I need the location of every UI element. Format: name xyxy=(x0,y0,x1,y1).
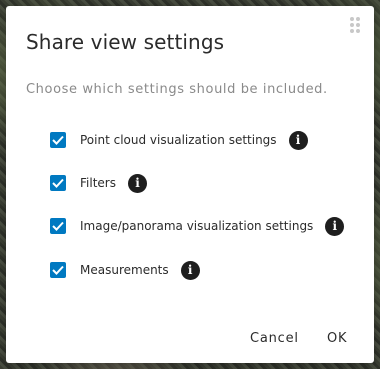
option-label: Image/panorama visualization settings xyxy=(80,219,314,233)
cancel-button[interactable]: Cancel xyxy=(250,331,299,346)
option-measurements: Measurements i xyxy=(50,260,200,280)
option-label: Measurements xyxy=(80,263,169,277)
option-label: Filters xyxy=(80,176,116,190)
image-panorama-checkbox[interactable] xyxy=(50,218,66,234)
checkmark-icon xyxy=(52,265,64,275)
info-icon[interactable]: i xyxy=(325,216,345,236)
checkmark-icon xyxy=(52,221,64,231)
option-image-panorama-visualization: Image/panorama visualization settings i xyxy=(50,216,345,236)
checkmark-icon xyxy=(52,135,64,145)
filters-checkbox[interactable] xyxy=(50,175,66,191)
dialog-subtitle: Choose which settings should be included… xyxy=(26,82,328,97)
ok-button[interactable]: OK xyxy=(327,331,347,346)
point-cloud-checkbox[interactable] xyxy=(50,132,66,148)
dialog-title: Share view settings xyxy=(26,30,225,54)
option-label: Point cloud visualization settings xyxy=(80,133,277,147)
checkmark-icon xyxy=(52,178,64,188)
info-icon[interactable]: i xyxy=(127,173,147,193)
share-view-settings-dialog: Share view settings Choose which setting… xyxy=(6,6,374,363)
measurements-checkbox[interactable] xyxy=(50,262,66,278)
info-icon[interactable]: i xyxy=(180,260,200,280)
option-filters: Filters i xyxy=(50,173,147,193)
drag-handle-icon[interactable] xyxy=(350,17,360,33)
option-point-cloud-visualization: Point cloud visualization settings i xyxy=(50,130,308,150)
info-icon[interactable]: i xyxy=(288,130,308,150)
